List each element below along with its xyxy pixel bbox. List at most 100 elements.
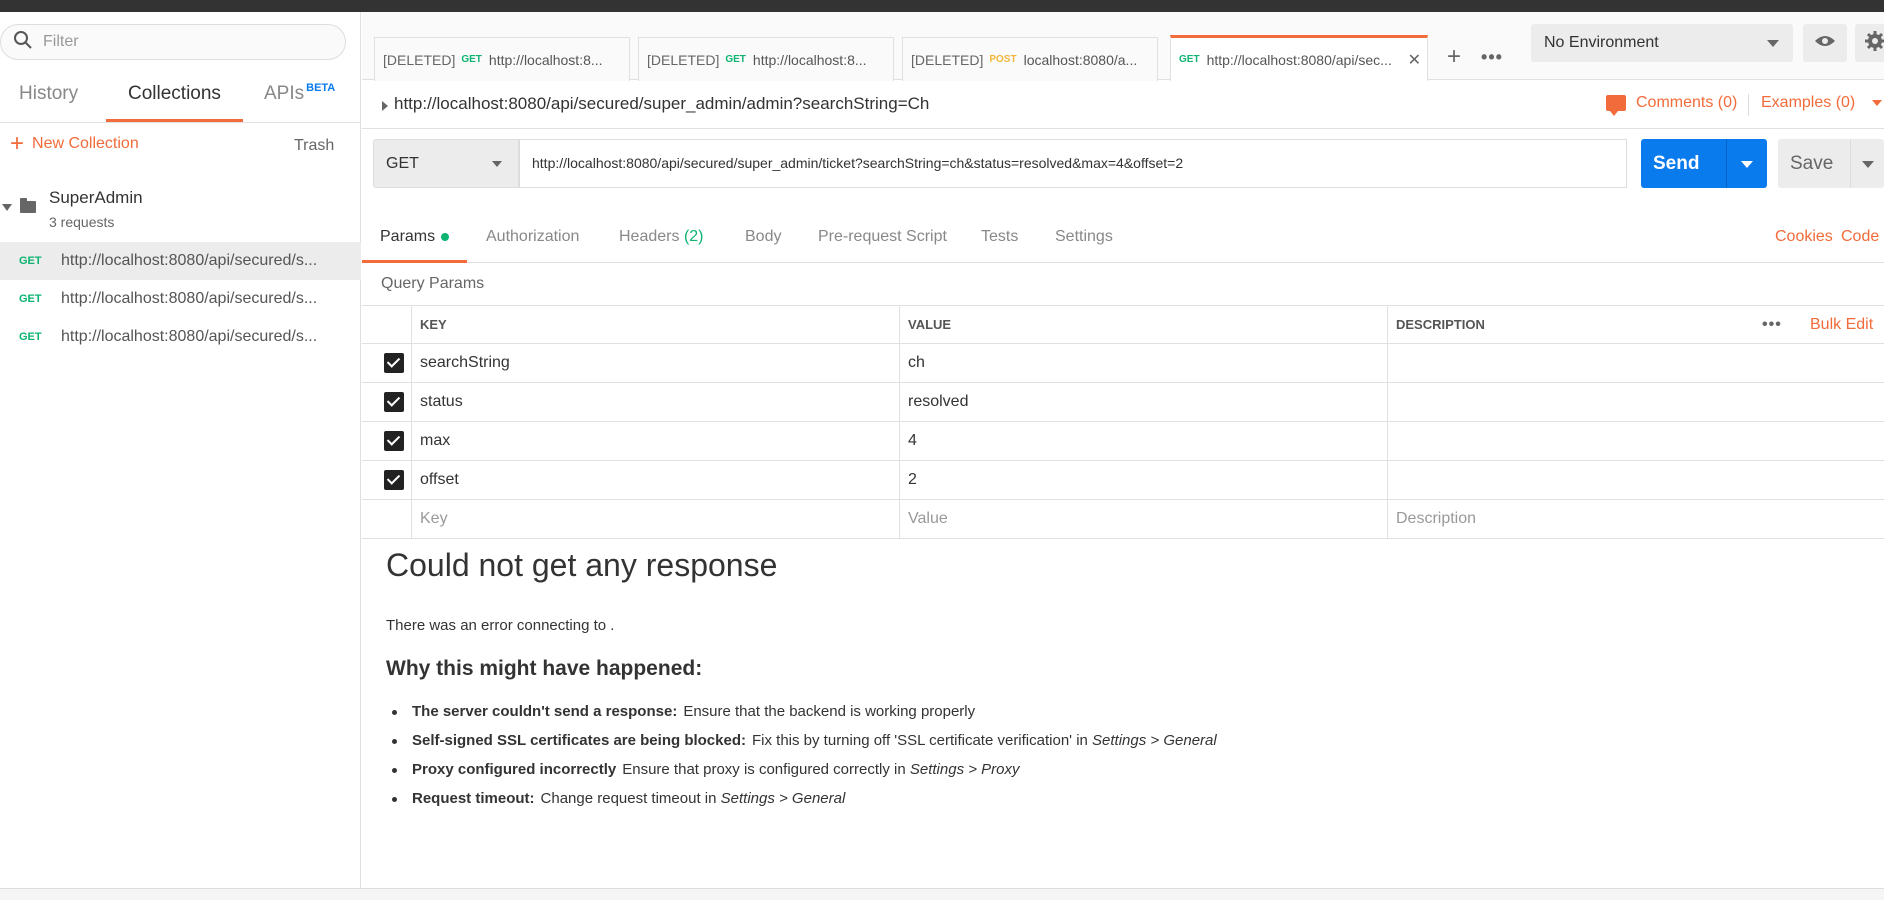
param-description[interactable]: [1387, 344, 1884, 382]
environment-quick-look-button[interactable]: [1803, 24, 1847, 62]
chevron-down-icon[interactable]: [1741, 161, 1753, 168]
list-item: The server couldn't send a response: Ensu…: [386, 697, 1217, 726]
more-tabs-button[interactable]: •••: [1474, 39, 1510, 75]
reason-title: Self-signed SSL certificates are being b…: [412, 732, 746, 749]
param-key[interactable]: searchString: [411, 344, 899, 382]
request-tab-4[interactable]: GET http://localhost:8080/api/sec... ✕: [1170, 35, 1428, 81]
param-value[interactable]: resolved: [899, 383, 1387, 421]
headers-count: (2): [683, 228, 704, 245]
tab-body[interactable]: Body: [745, 217, 781, 263]
sidebar-request-3[interactable]: GET http://localhost:8080/api/secured/s.…: [0, 318, 361, 356]
caret-right-icon[interactable]: [382, 101, 388, 111]
request-tab-3[interactable]: [DELETED] POST localhost:8080/a...: [902, 37, 1158, 81]
bulk-edit-link[interactable]: Bulk Edit: [1810, 306, 1873, 344]
tab-headers[interactable]: Headers (2): [619, 217, 704, 263]
new-collection-label: New Collection: [32, 135, 139, 152]
examples-label: Examples (0): [1761, 94, 1856, 111]
request-name[interactable]: http://localhost:8080/api/secured/super_…: [394, 94, 929, 114]
tab-title: http://localhost:8...: [752, 51, 867, 68]
beta-badge: BETA: [306, 82, 336, 94]
tab-settings[interactable]: Settings: [1055, 217, 1113, 263]
tab-authorization[interactable]: Authorization: [486, 217, 579, 263]
param-description[interactable]: [1387, 422, 1884, 460]
chevron-down-icon: [1871, 99, 1882, 106]
filter-box[interactable]: [0, 24, 346, 60]
request-tab-strip: [DELETED] GET http://localhost:8... [DEL…: [362, 12, 1884, 81]
param-new-row: Key Value Description: [362, 500, 1884, 539]
settings-path: Settings > Proxy: [909, 761, 1020, 778]
param-value[interactable]: 2: [899, 461, 1387, 499]
code-link[interactable]: Code: [1841, 217, 1879, 263]
divider: [1850, 139, 1851, 188]
sidebar-tabs: History Collections APIs BETA: [0, 74, 361, 122]
request-tab-1[interactable]: [DELETED] GET http://localhost:8...: [374, 37, 630, 81]
param-checkbox[interactable]: [384, 431, 404, 451]
filter-input[interactable]: [43, 33, 323, 51]
list-item: Request timeout: Change request timeout i…: [386, 784, 1217, 813]
settings-path: Settings > General: [1092, 732, 1217, 749]
param-description[interactable]: [1387, 461, 1884, 499]
deleted-label: [DELETED]: [647, 51, 720, 68]
tab-history[interactable]: History: [19, 74, 78, 122]
sidebar-request-1[interactable]: GET http://localhost:8080/api/secured/s.…: [0, 242, 361, 280]
chevron-down-icon[interactable]: [1862, 161, 1874, 168]
gear-icon: [1864, 30, 1884, 57]
environment-select[interactable]: No Environment: [1531, 24, 1793, 62]
param-row: offset 2: [362, 461, 1884, 500]
manage-environments-button[interactable]: [1855, 24, 1884, 62]
param-key[interactable]: max: [411, 422, 899, 460]
why-heading: Why this might have happened:: [386, 657, 703, 680]
reason-title: The server couldn't send a response:: [412, 703, 678, 720]
url-input[interactable]: http://localhost:8080/api/secured/super_…: [519, 139, 1627, 188]
tab-collections[interactable]: Collections: [106, 74, 243, 122]
new-collection-button[interactable]: + New Collection: [10, 132, 139, 156]
eye-icon: [1814, 34, 1836, 53]
response-panel: Could not get any response There was an …: [386, 547, 1786, 807]
tab-apis-label: APIs: [264, 83, 305, 104]
tab-params[interactable]: Params: [361, 217, 468, 263]
cookies-link[interactable]: Cookies: [1775, 217, 1833, 263]
tab-apis[interactable]: APIs BETA: [264, 74, 335, 122]
new-description-input[interactable]: Description: [1387, 500, 1884, 538]
list-item: Proxy configured incorrectly Ensure that …: [386, 755, 1217, 784]
param-checkbox[interactable]: [384, 392, 404, 412]
method-label: GET: [386, 155, 419, 172]
send-button[interactable]: Send: [1641, 139, 1767, 188]
request-tab-2[interactable]: [DELETED] GET http://localhost:8...: [638, 37, 894, 81]
main-panel: [DELETED] GET http://localhost:8... [DEL…: [361, 12, 1884, 888]
tab-tests[interactable]: Tests: [981, 217, 1018, 263]
tab-prerequest-script[interactable]: Pre-request Script: [818, 217, 947, 263]
param-key[interactable]: offset: [411, 461, 899, 499]
save-button[interactable]: Save: [1778, 139, 1884, 188]
chevron-down-icon: [1767, 40, 1779, 47]
method-select[interactable]: GET: [373, 139, 519, 188]
param-checkbox[interactable]: [384, 470, 404, 490]
close-icon[interactable]: ✕: [1408, 50, 1421, 70]
param-description[interactable]: [1387, 383, 1884, 421]
param-value[interactable]: ch: [899, 344, 1387, 382]
method-badge: POST: [989, 54, 1017, 65]
plus-icon: +: [1446, 43, 1461, 70]
sidebar: History Collections APIsBETA + New Colle…: [0, 12, 361, 888]
params-header-row: KEY VALUE DESCRIPTION ••• Bulk Edit: [362, 305, 1884, 344]
sidebar-request-2[interactable]: GET http://localhost:8080/api/secured/s.…: [0, 280, 361, 318]
reason-text: Ensure that the backend is working prope…: [683, 703, 976, 720]
tab-title: http://localhost:8...: [488, 51, 603, 68]
param-key[interactable]: status: [411, 383, 899, 421]
new-value-input[interactable]: Value: [899, 500, 1387, 538]
collection-superadmin[interactable]: SuperAdmin 3 requests: [0, 182, 361, 240]
new-key-input[interactable]: Key: [411, 500, 899, 538]
send-label: Send: [1653, 153, 1700, 174]
caret-down-icon[interactable]: [2, 204, 12, 211]
trash-button[interactable]: Trash: [294, 137, 334, 155]
param-value[interactable]: 4: [899, 422, 1387, 460]
new-tab-button[interactable]: +: [1436, 39, 1472, 75]
status-bar: [0, 888, 1884, 900]
examples-button[interactable]: Examples (0): [1748, 94, 1882, 116]
reason-title: Proxy configured incorrectly: [412, 761, 617, 778]
request-title-bar: http://localhost:8080/api/secured/super_…: [362, 81, 1884, 129]
param-checkbox[interactable]: [384, 353, 404, 373]
ellipsis-icon[interactable]: •••: [1762, 306, 1782, 344]
reason-text: Change request timeout in: [540, 790, 717, 807]
comments-button[interactable]: Comments (0): [1606, 94, 1737, 116]
